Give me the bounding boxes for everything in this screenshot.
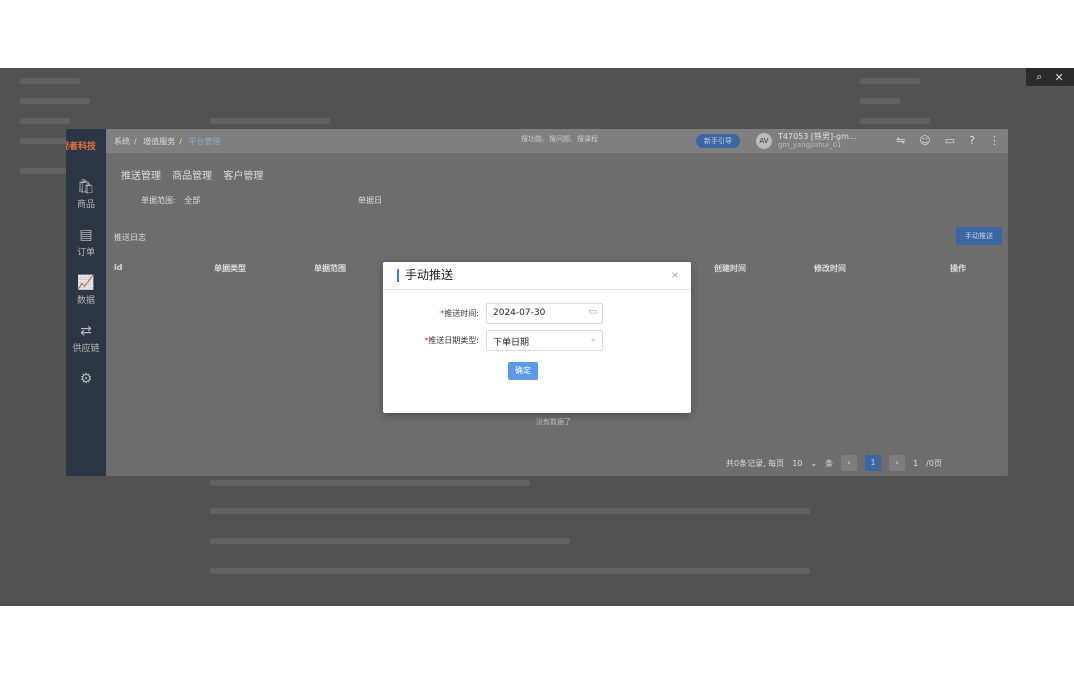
push-time-value: 2024-07-30 bbox=[493, 308, 546, 318]
push-time-label: *推送时间: bbox=[440, 308, 479, 319]
dialog-title: 手动推送 bbox=[397, 269, 453, 282]
push-time-row: *推送时间: 2024-07-30 ▭ bbox=[383, 303, 691, 324]
calendar-icon: ▭ bbox=[588, 307, 597, 317]
chevron-down-icon: ⌄ bbox=[589, 334, 597, 344]
push-time-date-picker[interactable]: 2024-07-30 ▭ bbox=[486, 303, 603, 324]
push-date-type-select[interactable]: 下单日期 ⌄ bbox=[486, 330, 603, 351]
dialog-header: 手动推送 × bbox=[383, 262, 691, 290]
manual-push-dialog: 手动推送 × *推送时间: 2024-07-30 ▭ *推送日期类型: 下单日期… bbox=[383, 262, 691, 413]
push-date-type-label: *推送日期类型: bbox=[424, 335, 479, 346]
close-icon[interactable]: × bbox=[671, 270, 679, 281]
confirm-button[interactable]: 确定 bbox=[508, 362, 538, 380]
field-label: 推送时间: bbox=[444, 309, 479, 318]
push-date-type-value: 下单日期 bbox=[493, 338, 530, 348]
field-label: 推送日期类型: bbox=[428, 336, 479, 345]
push-date-type-row: *推送日期类型: 下单日期 ⌄ bbox=[383, 330, 691, 351]
